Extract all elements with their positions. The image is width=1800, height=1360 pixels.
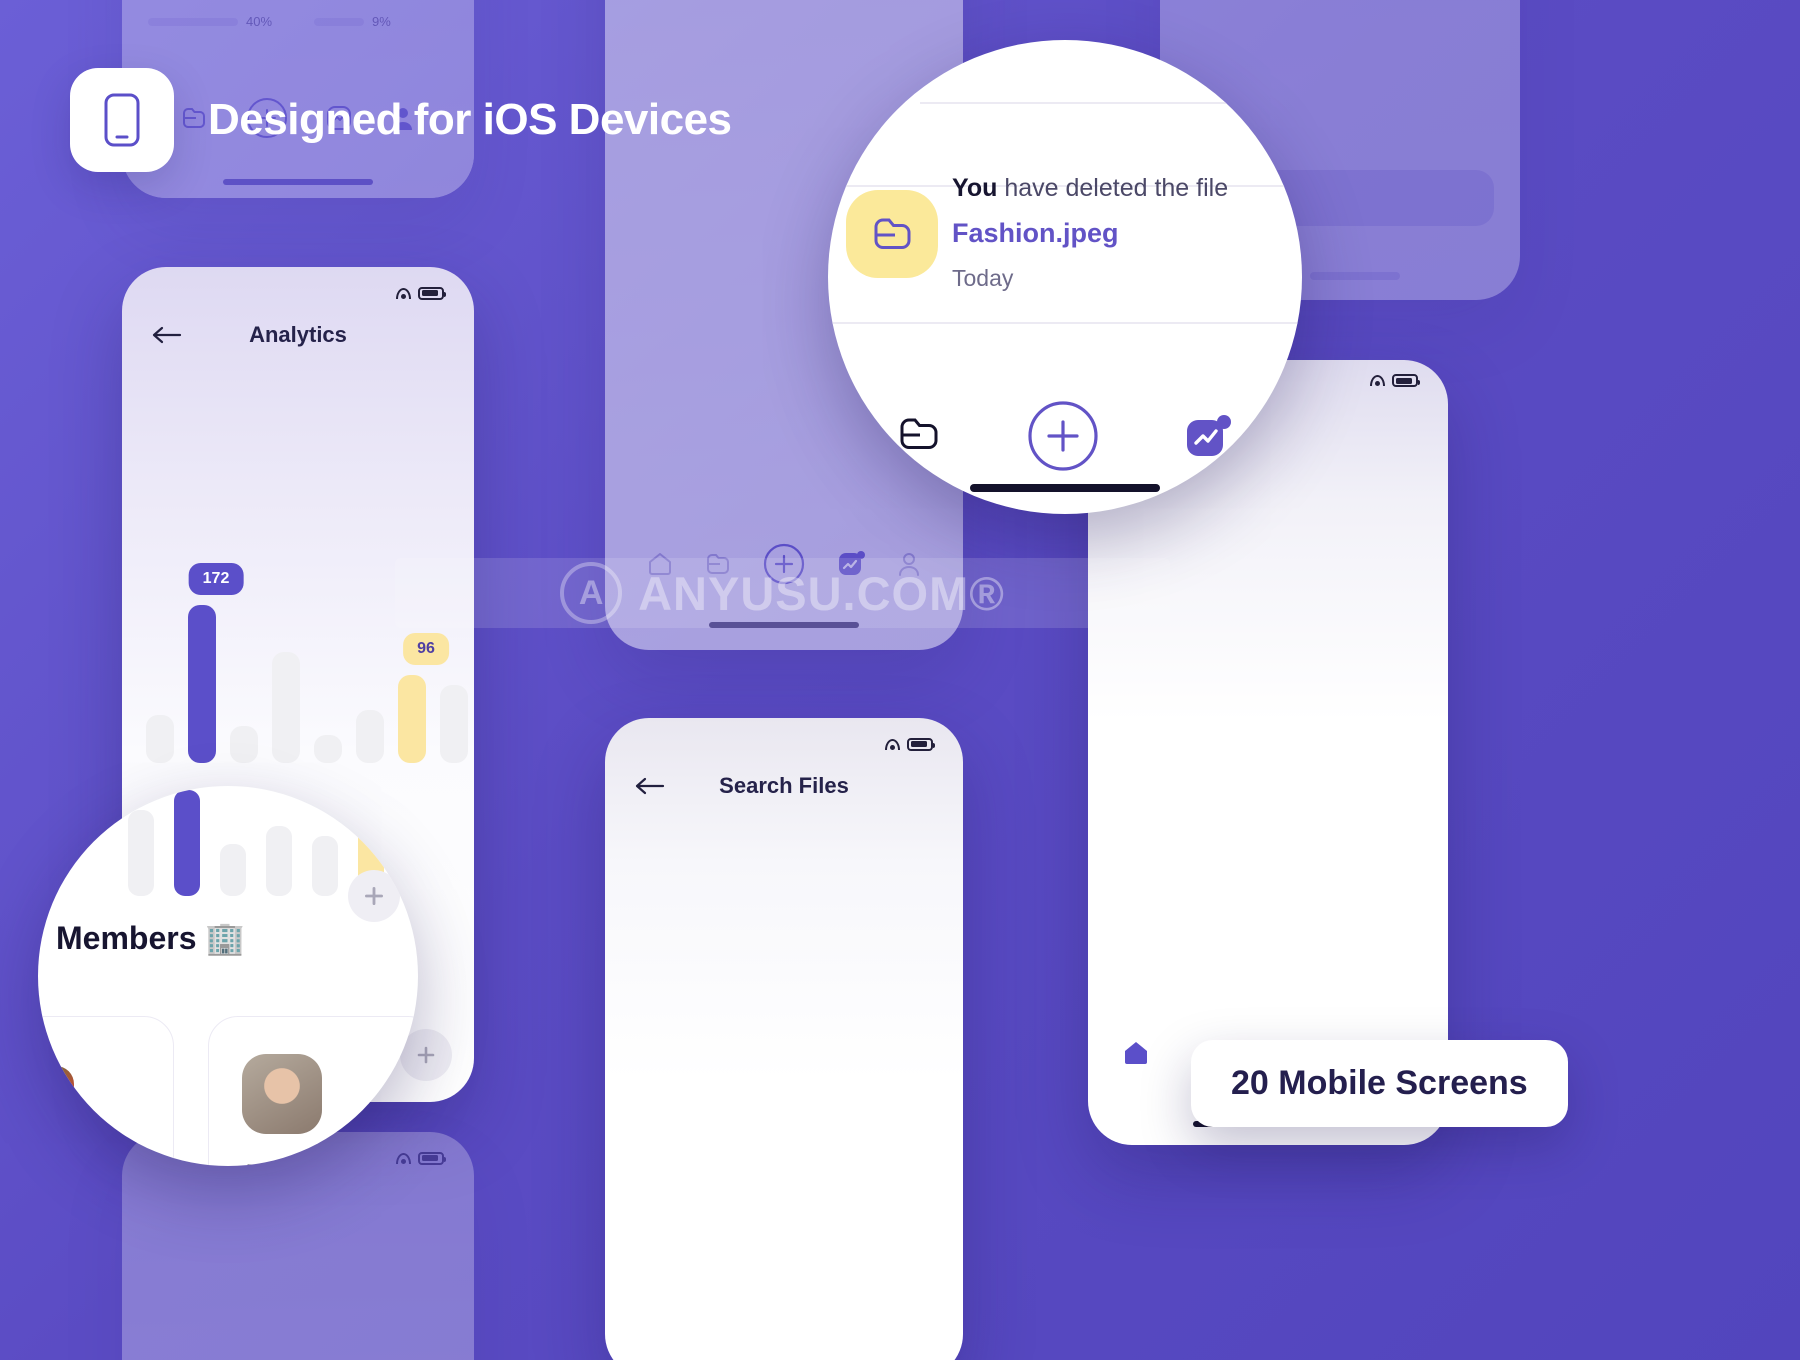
phone-search-files: 9:41 Search Files Photo & Vid Search Res…: [605, 718, 963, 1360]
magnifier-text: You have deleted the file: [952, 174, 1229, 202]
battery-icon: [1392, 374, 1420, 387]
battery-icon: [418, 286, 446, 300]
header-badge: Designed for iOS Devices: [70, 68, 732, 172]
magnifier-time: Today: [952, 264, 1014, 291]
folder-icon: [846, 190, 938, 278]
watermark-text: ANYUSU.COM®: [638, 566, 1005, 620]
screens-count-badge: 20 Mobile Screens: [1191, 1040, 1568, 1127]
home-indicator: [970, 484, 1160, 492]
avatar: [242, 1054, 322, 1134]
nav-bar: Search Files: [605, 754, 963, 802]
phone-bottom-left-faded: 9:41: [122, 1132, 474, 1360]
analytics-icon[interactable]: [1184, 412, 1232, 465]
chart-bar: [356, 709, 384, 763]
page-title: Designed for iOS Devices: [208, 95, 732, 144]
home-indicator: [223, 179, 373, 185]
chart-bar: [188, 604, 216, 763]
member-name-2: Jessica Thompson: [242, 1158, 418, 1166]
battery-icon: [907, 737, 935, 751]
promo-stage: Documents 40% Videos 9%: [0, 0, 1800, 1360]
back-arrow-icon[interactable]: [152, 325, 182, 345]
chart-value-label: 96: [403, 632, 449, 665]
back-arrow-icon[interactable]: [635, 776, 665, 796]
battery-icon: [418, 1151, 446, 1165]
wifi-icon: [885, 738, 900, 750]
wifi-icon: [1370, 375, 1385, 386]
chart-bar: [398, 674, 426, 763]
chart-bar: [146, 715, 174, 763]
faded-card-pct-1: 40%: [246, 14, 273, 29]
chart-bar: [440, 684, 468, 763]
chart-bar: [272, 652, 300, 763]
chart-value-label: 172: [188, 562, 244, 595]
watermark: A ANYUSU.COM®: [395, 558, 1170, 628]
chart-bar: [230, 726, 258, 763]
magnifier-file-name[interactable]: Fashion.jpeg: [952, 218, 1292, 249]
mobile-phone-icon: [70, 68, 174, 172]
chart-bar: [314, 735, 342, 763]
plus-icon[interactable]: [1027, 400, 1099, 477]
nav-bar: Analytics: [122, 303, 474, 351]
add-button[interactable]: [348, 870, 400, 922]
watermark-logo: A: [560, 562, 623, 624]
magnifier-members: Members 🏢 ssa 26% Jessica Thompson: [38, 786, 418, 1166]
magnifier-notification: You have deleted the file Fashion.jpeg T…: [828, 40, 1302, 514]
magnifier-members-title: Members 🏢: [56, 920, 246, 956]
magnifier-tab-bar: [898, 400, 1232, 477]
wifi-icon: [396, 287, 411, 299]
faded-card-pct-2: 9%: [372, 14, 391, 29]
folder-icon[interactable]: [898, 416, 942, 461]
avatar: [38, 1066, 74, 1142]
home-icon[interactable]: [1122, 1040, 1150, 1071]
